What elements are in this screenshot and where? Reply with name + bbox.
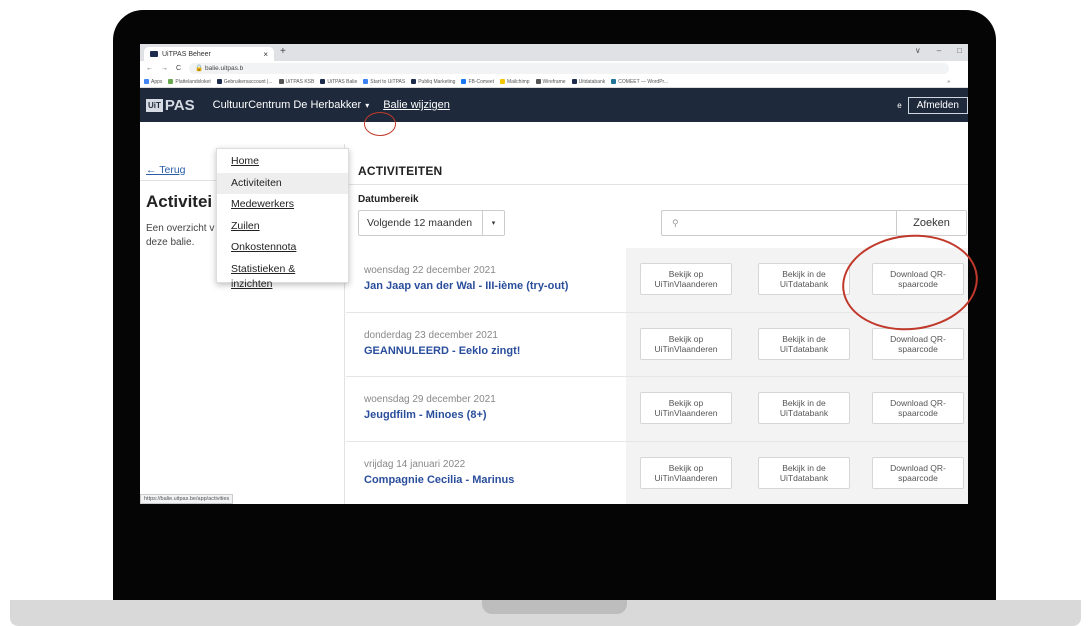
activity-title[interactable]: Jan Jaap van der Wal - III-ième (try-out…: [364, 280, 626, 292]
activity-title[interactable]: GEANNULEERD - Eeklo zingt!: [364, 345, 626, 357]
change-counter-link[interactable]: Balie wijzigen: [383, 99, 450, 111]
activity-date: woensdag 29 december 2021: [364, 394, 496, 405]
chevron-down-icon: ▾: [482, 211, 504, 235]
reload-icon[interactable]: C: [176, 65, 181, 72]
view-uitinvlaanderen-button[interactable]: Bekijk op UiTinVlaanderen: [640, 392, 732, 424]
sidebar-title: Activitei: [146, 192, 213, 211]
back-link[interactable]: ← Terug: [146, 164, 186, 176]
browser-tabbar: UiTPAS Beheer × + ∨ – □: [140, 44, 968, 61]
download-qr-button[interactable]: Download QR-spaarcode: [872, 456, 964, 489]
date-range-select[interactable]: Volgende 12 maanden ▾: [358, 210, 505, 236]
back-arrow-icon[interactable]: ←: [146, 65, 153, 72]
activity-title[interactable]: Jeugdfilm - Minoes (8+): [364, 409, 626, 421]
logo-uit: UiT: [146, 98, 163, 112]
center-menu-dropdown: Home Activiteiten Medewerkers Zuilen Onk…: [216, 148, 349, 291]
center-selector[interactable]: CultuurCentrum De Herbakker ▾: [213, 99, 370, 111]
menu-item-medewerkers[interactable]: Medewerkers: [217, 194, 348, 216]
bookmark-item[interactable]: Gebruikersaccount |...: [216, 79, 273, 85]
page-title: ACTIVITEITEN: [358, 164, 443, 178]
date-range-value: Volgende 12 maanden: [367, 217, 473, 229]
list-item: woensdag 29 december 2021 Jeugdfilm - Mi…: [346, 377, 968, 442]
bookmark-item[interactable]: COMEET — WordPr...: [611, 79, 668, 85]
favicon-icon: [150, 51, 158, 57]
address-bar[interactable]: 🔒 balie.uitpas.b: [189, 63, 950, 74]
divider: [346, 184, 968, 185]
view-uitdatabank-button[interactable]: Bekijk in de UiTdatabank: [758, 392, 850, 424]
tab-title: UiTPAS Beheer: [162, 50, 211, 58]
bookmark-item[interactable]: Apps: [144, 79, 162, 85]
chevron-down-icon[interactable]: ∨: [915, 46, 921, 55]
browser-toolbar: ← → C 🔒 balie.uitpas.b: [140, 61, 968, 76]
date-range-label: Datumbereik: [358, 194, 419, 205]
new-tab-button[interactable]: +: [280, 46, 286, 57]
menu-item-activiteiten[interactable]: Activiteiten: [217, 172, 348, 194]
download-qr-button[interactable]: Download QR-spaarcode: [872, 327, 964, 360]
forward-arrow-icon[interactable]: →: [161, 65, 168, 72]
bookmark-item[interactable]: FB-Comeet: [461, 79, 494, 85]
logout-button[interactable]: Afmelden: [907, 96, 968, 114]
list-item: vrijdag 14 januari 2022 Compagnie Cecili…: [346, 441, 968, 504]
logo-pas: PAS: [164, 96, 195, 114]
bookmarks-bar: Apps Plattelandsloket Gebruikersaccount …: [140, 76, 968, 88]
view-uitinvlaanderen-button[interactable]: Bekijk op UiTinVlaanderen: [640, 327, 732, 360]
bookmark-item[interactable]: Plattelandsloket: [168, 79, 211, 85]
bookmark-item[interactable]: Wireframe: [535, 79, 566, 85]
maximize-button[interactable]: □: [957, 46, 962, 55]
url-text: balie.uitpas.b: [204, 65, 244, 72]
bookmark-item[interactable]: Mailchimp: [500, 79, 530, 85]
search-input[interactable]: ⚲ Zoeken: [661, 210, 967, 236]
view-uitinvlaanderen-button[interactable]: Bekijk op UiTinVlaanderen: [640, 456, 732, 489]
header-user-area: e Afmelden: [897, 96, 968, 114]
menu-item-zuilen[interactable]: Zuilen: [217, 216, 348, 238]
status-url: https://balie.uitpas.be/app/activities: [140, 494, 234, 504]
bookmark-item[interactable]: UiTPAS Balie: [320, 79, 357, 85]
annotation-circle: [364, 112, 396, 136]
activity-actions: Bekijk op UiTinVlaanderen Bekijk in de U…: [626, 441, 968, 504]
menu-item-home[interactable]: Home: [217, 151, 348, 173]
chevron-down-icon: ▾: [365, 100, 370, 110]
activity-date: donderdag 23 december 2021: [364, 329, 498, 341]
uitpas-logo[interactable]: UiT PAS: [146, 97, 195, 114]
search-icon: ⚲: [672, 217, 679, 228]
view-uitinvlaanderen-button[interactable]: Bekijk op UiTinVlaanderen: [640, 263, 732, 295]
menu-item-statistieken[interactable]: Statistieken & inzichten: [217, 259, 348, 291]
browser-tab[interactable]: UiTPAS Beheer ×: [144, 47, 274, 61]
download-qr-button[interactable]: Download QR-spaarcode: [872, 392, 964, 424]
app-header: UiT PAS CultuurCentrum De Herbakker ▾ Ba…: [140, 88, 968, 122]
window-controls: ∨ – □: [915, 46, 962, 55]
activity-date: vrijdag 14 januari 2022: [364, 458, 466, 470]
view-uitdatabank-button[interactable]: Bekijk in de UiTdatabank: [758, 327, 850, 360]
activity-title[interactable]: Compagnie Cecilia - Marinus: [364, 474, 626, 486]
minimize-button[interactable]: –: [937, 46, 941, 55]
activity-date: woensdag 22 december 2021: [364, 265, 496, 276]
laptop-notch: [482, 600, 627, 614]
search-button[interactable]: Zoeken: [896, 211, 966, 235]
center-name: CultuurCentrum De Herbakker: [212, 99, 362, 111]
bookmark-item[interactable]: Start to UiTPAS: [363, 79, 405, 85]
view-uitdatabank-button[interactable]: Bekijk in de UiTdatabank: [758, 263, 850, 295]
view-uitdatabank-button[interactable]: Bekijk in de UiTdatabank: [758, 456, 850, 489]
close-tab-icon[interactable]: ×: [263, 50, 268, 59]
menu-item-onkostennota[interactable]: Onkostennota: [217, 237, 348, 259]
user-initial: e: [897, 100, 902, 110]
bookmarks-more[interactable]: »: [947, 79, 950, 85]
bookmark-item[interactable]: UiTPAS KSB: [278, 79, 314, 85]
bookmark-item[interactable]: Uitdatabank: [571, 79, 605, 85]
bookmark-item[interactable]: Publiq Marketing: [411, 79, 455, 85]
activity-actions: Bekijk op UiTinVlaanderen Bekijk in de U…: [626, 377, 968, 441]
